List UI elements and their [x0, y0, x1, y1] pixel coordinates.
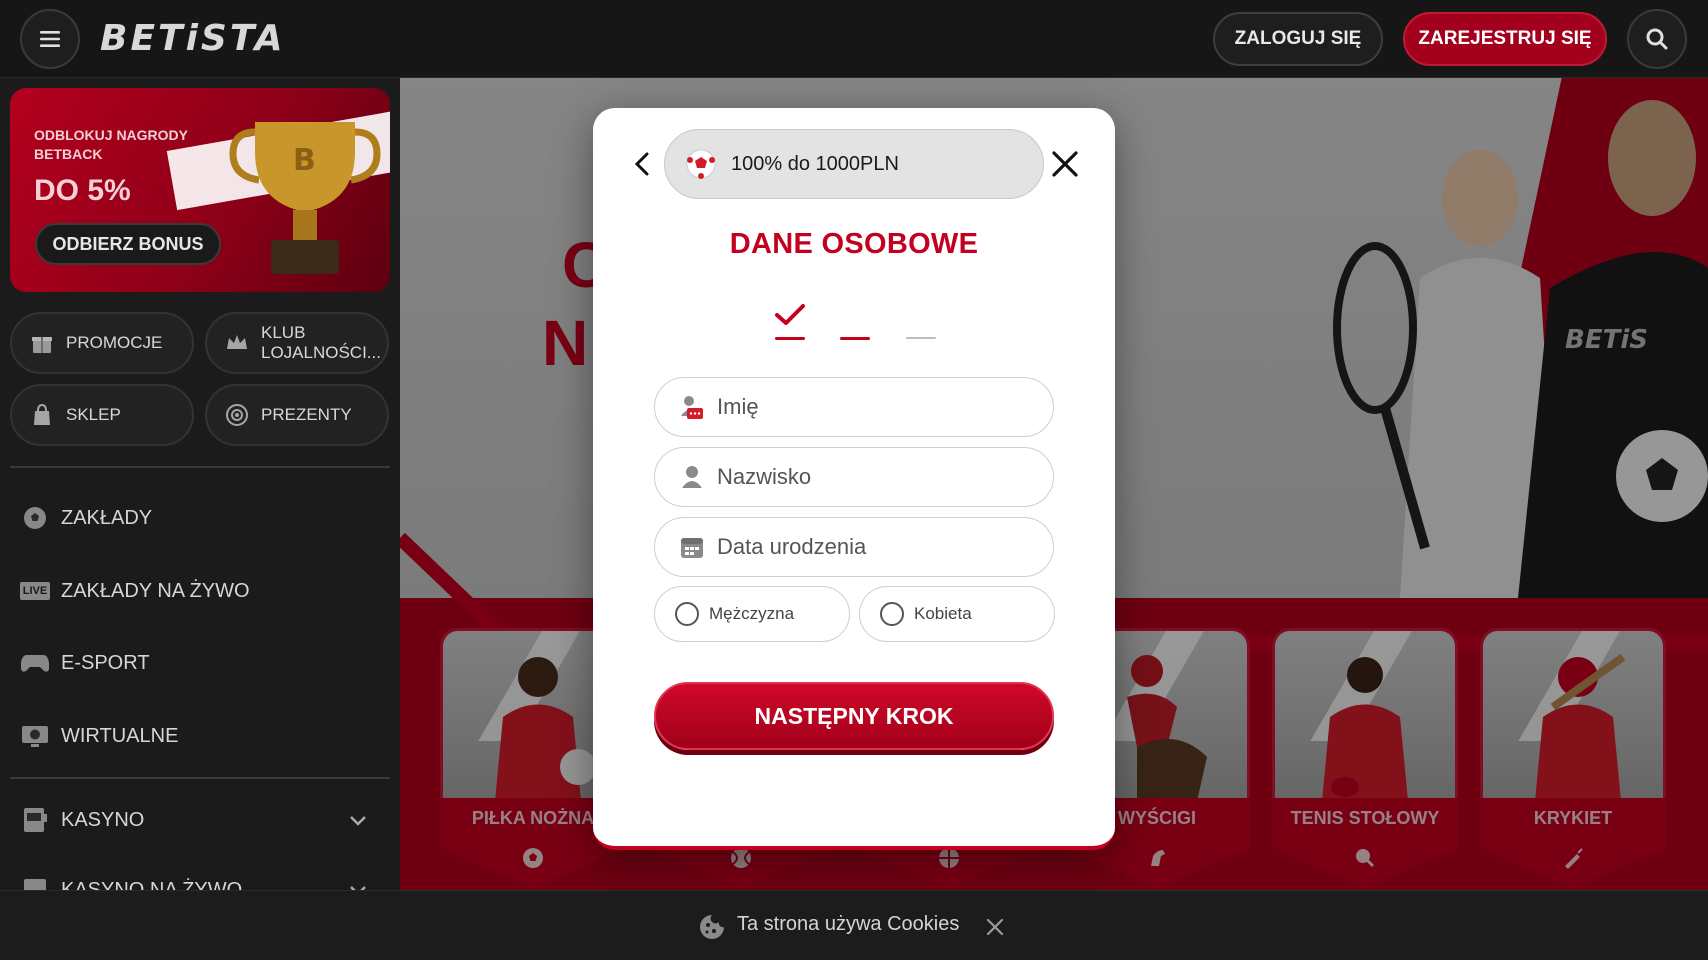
- step-3-bar: [906, 337, 936, 339]
- crown-icon: [227, 335, 247, 349]
- step-2-bar: [840, 337, 870, 340]
- gender-male-option[interactable]: Mężczyzna: [654, 586, 850, 642]
- hamburger-icon: [40, 31, 60, 47]
- sidebar-item-live-bets[interactable]: LIVE ZAKŁADY NA ŻYWO: [19, 571, 380, 611]
- quick-link-shop[interactable]: SKLEP: [10, 384, 194, 446]
- soccer-ball-icon: [686, 149, 716, 179]
- quick-link-label: PREZENTY: [261, 405, 352, 424]
- sidebar-item-casino[interactable]: KASYNO: [20, 800, 380, 840]
- close-icon[interactable]: [985, 917, 1005, 937]
- trophy-icon: B: [229, 122, 381, 274]
- gender-female-label: Kobieta: [914, 604, 972, 623]
- quick-link-loyalty[interactable]: KLUB LOJALNOŚCI...: [205, 312, 389, 374]
- radio-button[interactable]: [675, 602, 699, 626]
- soccer-ball-icon: [20, 504, 50, 532]
- sidebar-item-label: KASYNO NA ŻYWO: [61, 878, 243, 891]
- top-bar: BETiSTA ZALOGUJ SIĘ ZAREJESTRUJ SIĘ: [0, 0, 1708, 78]
- sidebar-item-virtual[interactable]: WIRTUALNE: [20, 716, 380, 756]
- first-name-input[interactable]: [717, 394, 1017, 420]
- modal-title: DANE OSOBOWE: [729, 228, 979, 260]
- wheel-icon: [226, 404, 248, 426]
- calendar-icon: [681, 538, 703, 558]
- promo-amount: DO 5%: [34, 174, 131, 207]
- search-button[interactable]: [1627, 9, 1687, 69]
- quick-link-gifts[interactable]: PREZENTY: [205, 384, 389, 446]
- quick-link-label: PROMOCJE: [66, 333, 163, 352]
- last-name-field[interactable]: [654, 447, 1054, 507]
- quick-link-label: SKLEP: [66, 405, 121, 424]
- chevron-down-icon[interactable]: [348, 880, 368, 890]
- chevron-down-icon[interactable]: [348, 810, 368, 830]
- sidebar-item-label: ZAKŁADY: [61, 506, 153, 529]
- bag-icon: [34, 403, 50, 425]
- live-icon: LIVE: [19, 577, 51, 605]
- sidebar-item-esport[interactable]: E-SPORT: [20, 643, 380, 683]
- user-icon: [682, 466, 702, 488]
- cookie-icon: [700, 915, 724, 939]
- claim-bonus-button[interactable]: ODBIERZ BONUS: [35, 223, 221, 265]
- sidebar-divider: [10, 466, 390, 468]
- promo-banner[interactable]: ODBLOKUJ NAGRODY BETBACK DO 5% B ODBIERZ…: [10, 88, 390, 292]
- sidebar-item-bets[interactable]: ZAKŁADY: [20, 498, 380, 538]
- menu-button[interactable]: [20, 9, 80, 69]
- gender-female-option[interactable]: Kobieta: [859, 586, 1055, 642]
- quick-link-label: KLUB LOJALNOŚCI...: [261, 323, 381, 362]
- search-icon: [1646, 28, 1668, 50]
- gamepad-icon: [20, 649, 50, 677]
- first-name-field[interactable]: [654, 377, 1054, 437]
- dealer-icon: [20, 876, 50, 890]
- sidebar-item-label: KASYNO: [61, 808, 145, 831]
- cookie-bar: Ta strona używa Cookies: [0, 890, 1708, 960]
- close-icon[interactable]: [1049, 148, 1081, 180]
- logo[interactable]: BETiSTA: [100, 18, 285, 59]
- sidebar-item-label: WIRTUALNE: [61, 724, 179, 747]
- step-indicator: [773, 303, 943, 343]
- back-arrow-icon[interactable]: [629, 150, 657, 178]
- sidebar-divider: [10, 777, 390, 779]
- gift-icon: [32, 337, 52, 353]
- step-1-bar: [775, 337, 805, 340]
- sidebar-item-live-casino[interactable]: KASYNO NA ŻYWO: [20, 870, 380, 890]
- birth-date-input[interactable]: [717, 534, 1017, 560]
- bonus-label: 100% do 1000PLN: [731, 152, 899, 175]
- sidebar-item-label: E-SPORT: [61, 651, 150, 674]
- register-button[interactable]: ZAREJESTRUJ SIĘ: [1403, 12, 1607, 66]
- gender-male-label: Mężczyzna: [709, 604, 795, 623]
- slot-machine-icon: [20, 806, 50, 834]
- birth-date-field[interactable]: [654, 517, 1054, 577]
- next-step-button[interactable]: NASTĘPNY KROK: [654, 682, 1054, 750]
- cookie-message: Ta strona używa Cookies: [737, 913, 960, 935]
- bonus-selector[interactable]: 100% do 1000PLN: [664, 129, 1044, 199]
- live-badge: LIVE: [19, 582, 51, 600]
- radio-button[interactable]: [880, 602, 904, 626]
- user-card-icon: [681, 396, 703, 419]
- last-name-input[interactable]: [717, 464, 1017, 490]
- quick-link-promotions[interactable]: PROMOCJE: [10, 312, 194, 374]
- login-button[interactable]: ZALOGUJ SIĘ: [1213, 12, 1383, 66]
- svg-text:B: B: [293, 143, 316, 178]
- sidebar: ODBLOKUJ NAGRODY BETBACK DO 5% B ODBIERZ…: [0, 78, 400, 890]
- checkmark-icon: [775, 304, 805, 325]
- promo-title: ODBLOKUJ NAGRODY BETBACK: [34, 127, 188, 162]
- monitor-icon: [20, 722, 50, 750]
- sidebar-item-label: ZAKŁADY NA ŻYWO: [61, 579, 250, 602]
- registration-modal: 100% do 1000PLN DANE OSOBOWE Mężczyzna K…: [593, 108, 1115, 850]
